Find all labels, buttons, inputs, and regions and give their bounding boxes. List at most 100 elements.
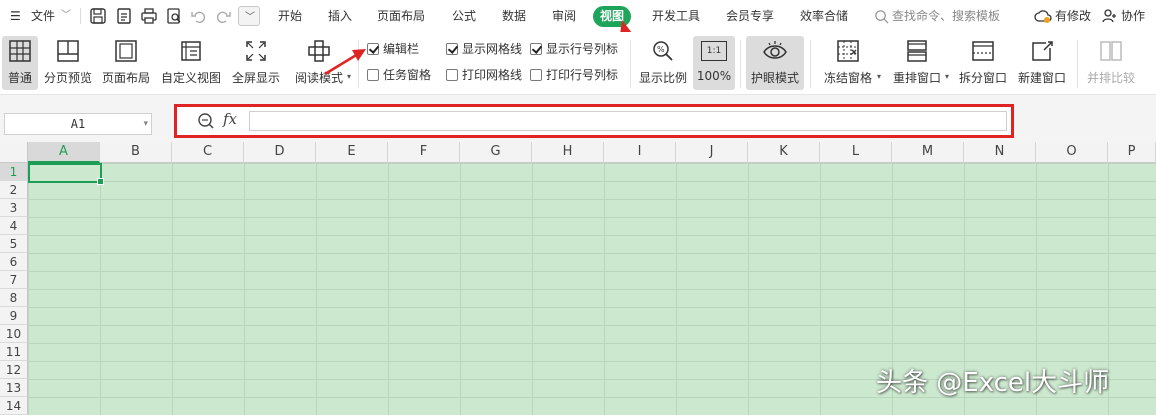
new-window-icon [1032,41,1053,61]
collaborate-button[interactable]: 协作 [1121,0,1145,32]
split-window-button[interactable]: 拆分窗口 [955,36,1011,90]
show-gridlines-checkbox[interactable]: 显示网格线 [446,41,530,57]
arrange-windows-button[interactable]: 重排窗口 ▾ [886,36,949,90]
show-headings-checkbox[interactable]: 显示行号列标 [530,41,626,57]
tab-home[interactable]: 开始 [278,0,302,32]
eye-protection-button[interactable]: 护眼模式 [746,36,804,90]
column-header[interactable]: D [244,142,316,163]
freeze-panes-button[interactable]: 冻结窗格 ▾ [816,36,881,90]
print-preview-icon[interactable] [165,7,183,25]
modified-status[interactable]: 有修改 [1055,0,1091,32]
svg-text:%: % [657,45,665,54]
divider [1077,40,1078,88]
formula-bar-highlight: fx [174,104,1014,138]
chevron-down-icon[interactable]: ▾ [143,114,148,134]
divider [80,8,81,24]
tab-member[interactable]: 会员专享 [726,0,774,32]
row-header[interactable]: 8 [0,289,28,307]
cloud-sync-icon[interactable] [1034,7,1052,25]
formula-bar-checkbox[interactable]: 编辑栏 [367,41,447,57]
row-header[interactable]: 11 [0,343,28,361]
zoom-100-button[interactable]: 1:1 100% [693,36,735,90]
eye-icon [763,41,787,59]
row-header[interactable]: 1 [0,163,28,181]
zoom-search-icon[interactable] [197,112,215,130]
column-header[interactable]: B [100,142,172,163]
file-menu[interactable]: 文件 [31,0,55,32]
name-box[interactable]: A1 ▾ [4,113,152,135]
row-header[interactable]: 6 [0,253,28,271]
column-header[interactable]: C [172,142,244,163]
tab-efficiency[interactable]: 效率合储 [800,0,848,32]
divider [630,40,631,88]
undo-icon[interactable] [190,7,208,25]
chevron-down-icon: ▾ [876,72,881,81]
row-header[interactable]: 10 [0,325,28,343]
save-icon[interactable] [89,7,107,25]
column-header[interactable]: P [1108,142,1156,163]
command-search[interactable]: 查找命令、搜索模板 [892,0,1000,32]
tab-insert[interactable]: 插入 [328,0,352,32]
column-header[interactable]: H [532,142,604,163]
normal-view-button[interactable]: 普通 [2,36,38,90]
column-header[interactable]: A [28,142,100,163]
chevron-down-icon[interactable]: ﹀ [61,0,71,32]
column-header[interactable]: N [964,142,1036,163]
formula-input[interactable] [249,111,1007,131]
task-pane-checkbox[interactable]: 任务窗格 [367,67,447,83]
custom-view-button[interactable]: 自定义视图 [158,36,224,90]
tab-review[interactable]: 审阅 [552,0,576,32]
print-gridlines-checkbox[interactable]: 打印网格线 [446,67,530,83]
name-box-value: A1 [70,117,86,131]
row-header[interactable]: 12 [0,361,28,379]
checkbox-unchecked[interactable] [530,69,542,81]
select-all-corner[interactable] [0,142,28,163]
column-header[interactable]: K [748,142,820,163]
row-header[interactable]: 5 [0,235,28,253]
tab-page-layout[interactable]: 页面布局 [377,0,425,32]
row-header[interactable]: 3 [0,199,28,217]
redo-icon[interactable] [214,7,232,25]
side-by-side-button[interactable]: 并排比较 [1084,36,1138,90]
grid-icon [9,40,31,62]
checkbox-checked[interactable] [446,43,458,55]
row-header[interactable]: 4 [0,217,28,235]
fullscreen-button[interactable]: 全屏显示 [229,36,283,90]
export-pdf-icon[interactable] [115,7,133,25]
insert-function-button[interactable]: fx [223,110,237,128]
page-break-preview-button[interactable]: 分页预览 [42,36,94,90]
column-header[interactable]: G [460,142,532,163]
checkbox-unchecked[interactable] [446,69,458,81]
row-header[interactable]: 9 [0,307,28,325]
tab-formulas[interactable]: 公式 [452,0,476,32]
print-icon[interactable] [140,7,158,25]
user-icon[interactable] [1101,7,1117,25]
column-header[interactable]: E [316,142,388,163]
hamburger-icon[interactable]: ☰ [10,0,21,32]
formula-row: A1 ▾ fx [0,94,1156,142]
page-layout-view-button[interactable]: 页面布局 [99,36,153,90]
row-header[interactable]: 13 [0,379,28,397]
quick-access-dropdown[interactable]: ﹀ [238,6,260,26]
menu-bar: ☰ 文件 ﹀ ﹀ 开始 插入 页面布局 公式 数据 审阅 视图 开发工具 会员专… [0,0,1156,69]
tab-developer[interactable]: 开发工具 [652,0,700,32]
row-header[interactable]: 7 [0,271,28,289]
new-window-button[interactable]: 新建窗口 [1014,36,1070,90]
print-headings-checkbox[interactable]: 打印行号列标 [530,67,626,83]
search-icon [875,10,889,24]
active-cell[interactable] [28,163,104,185]
arrange-windows-icon [907,40,927,62]
column-header[interactable]: I [604,142,676,163]
tab-data[interactable]: 数据 [502,0,526,32]
page-break-icon [57,40,79,62]
column-header[interactable]: J [676,142,748,163]
column-header[interactable]: O [1036,142,1108,163]
column-header[interactable]: F [388,142,460,163]
checkbox-checked[interactable] [530,43,542,55]
column-header[interactable]: M [892,142,964,163]
chevron-down-icon: ﹀ [245,12,255,23]
column-header[interactable]: L [820,142,892,163]
zoom-button[interactable]: % 显示比例 [637,36,689,90]
row-header[interactable]: 2 [0,181,28,199]
row-header[interactable]: 14 [0,397,28,415]
